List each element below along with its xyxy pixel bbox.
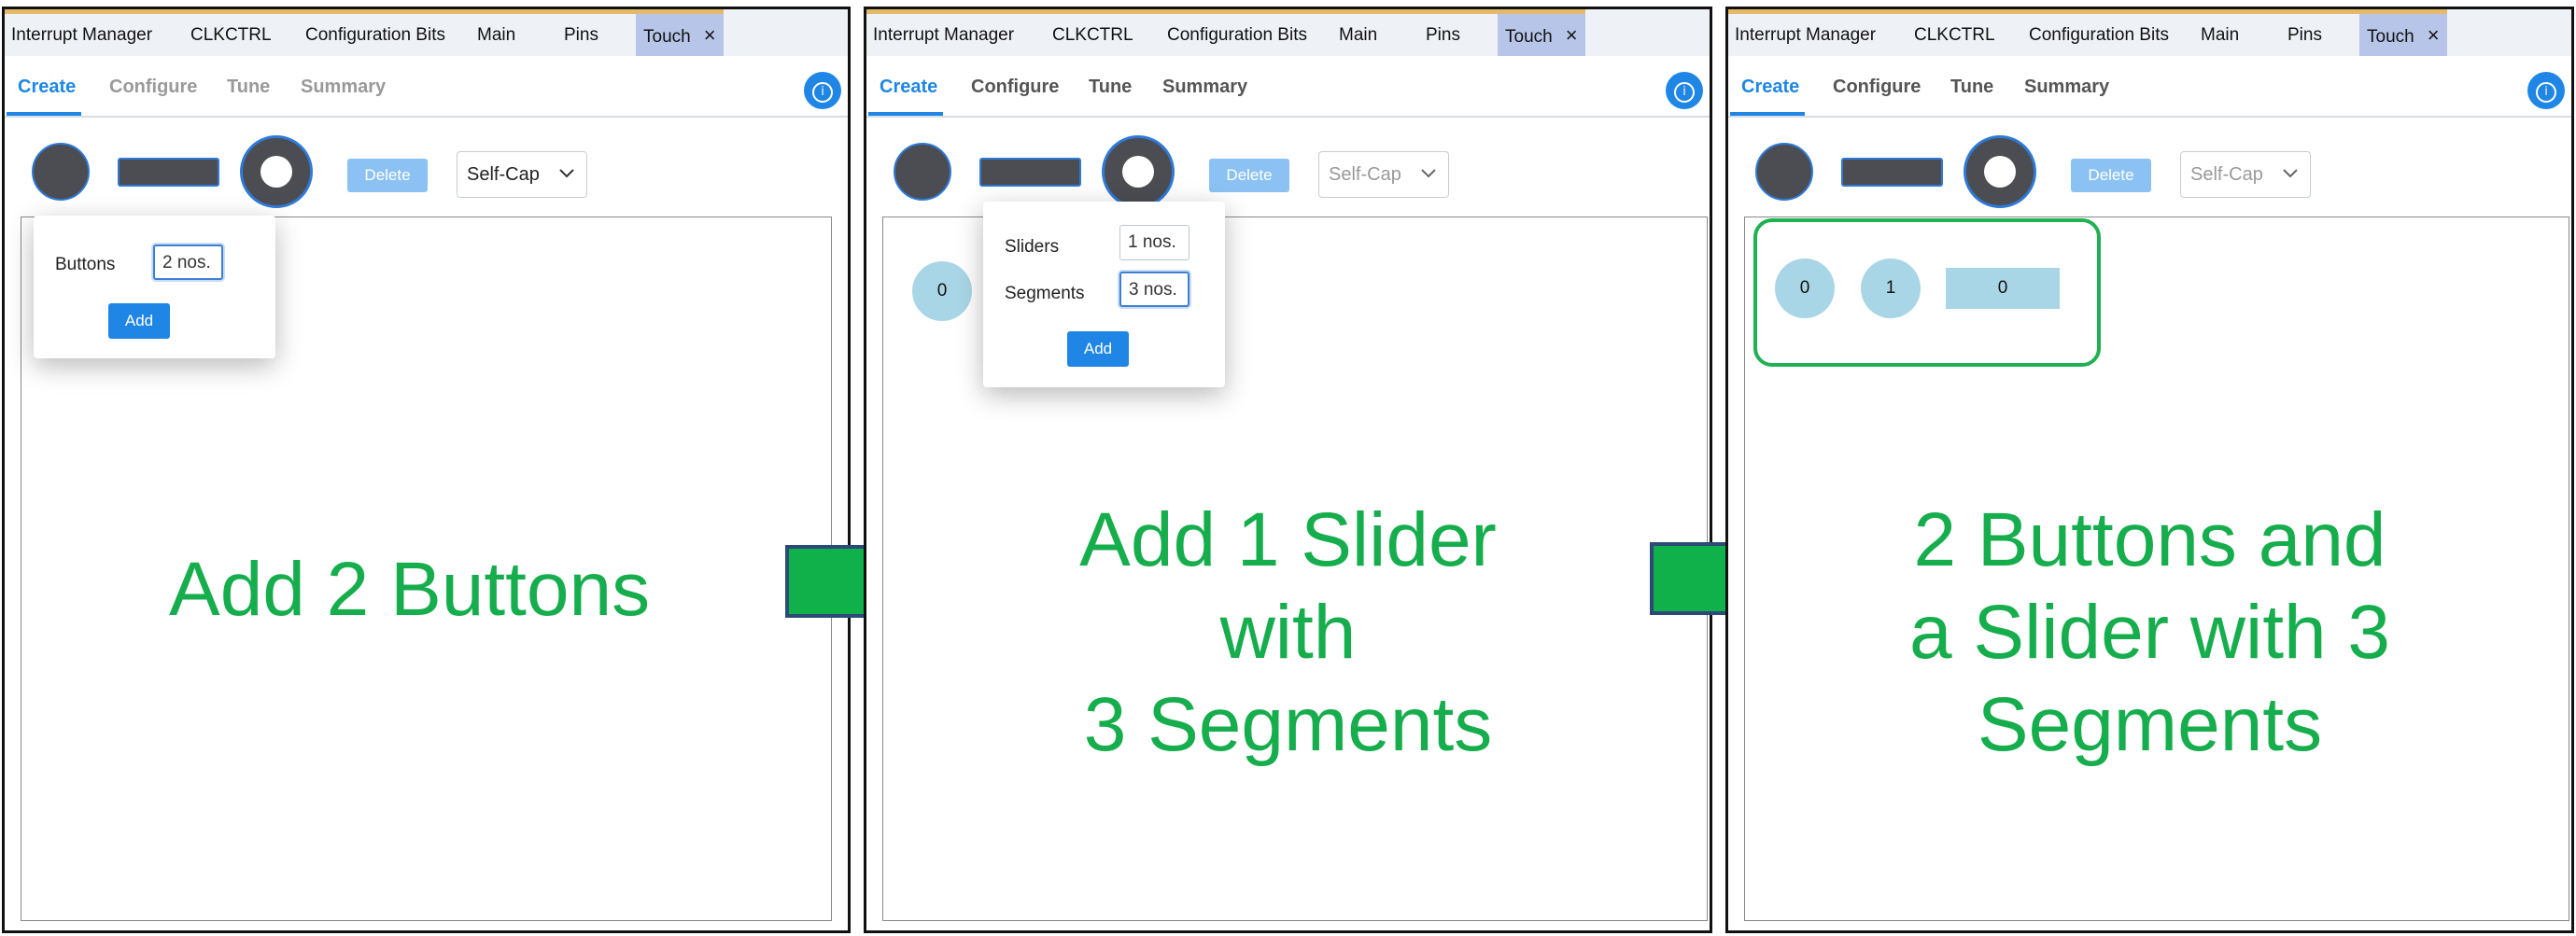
add-wheel-tool[interactable] bbox=[1102, 135, 1175, 208]
sub-navigation: Create Configure Tune Summary i bbox=[5, 56, 848, 118]
tab-interrupt-manager[interactable]: Interrupt Manager bbox=[873, 14, 1014, 56]
caption-line: a Slider with 3 bbox=[1908, 590, 2391, 675]
sensing-mode-select[interactable]: Self-Cap bbox=[457, 151, 587, 198]
sensing-mode-value: Self-Cap bbox=[2190, 164, 2263, 185]
add-buttons-popup: Buttons 2 nos. Add bbox=[34, 216, 275, 358]
tab-configuration-bits[interactable]: Configuration Bits bbox=[1167, 14, 1307, 56]
tab-touch-label: Touch bbox=[643, 27, 691, 47]
chevron-down-icon bbox=[2283, 169, 2298, 178]
add-slider-popup: Sliders 1 nos. Segments 3 nos. Add bbox=[983, 202, 1225, 387]
subtab-summary[interactable]: Summary bbox=[301, 77, 386, 98]
sensing-mode-value: Self-Cap bbox=[467, 164, 540, 185]
add-button-tool[interactable] bbox=[1755, 143, 1813, 201]
buttons-label: Buttons bbox=[55, 255, 116, 274]
step-caption: Add 2 Buttons bbox=[169, 547, 651, 632]
tab-configuration-bits[interactable]: Configuration Bits bbox=[2029, 14, 2169, 56]
touch-button-sensor[interactable]: 0 bbox=[912, 261, 972, 321]
delete-button[interactable]: Delete bbox=[2071, 159, 2151, 192]
caption-line: Add 1 Slider bbox=[1079, 497, 1497, 582]
delete-button[interactable]: Delete bbox=[1209, 159, 1289, 192]
tab-touch-label: Touch bbox=[1505, 27, 1553, 47]
touch-button-sensor[interactable]: 0 bbox=[1775, 258, 1835, 318]
tab-pins[interactable]: Pins bbox=[564, 14, 598, 56]
segments-count-input[interactable]: 3 nos. bbox=[1119, 272, 1189, 307]
active-tab-underline bbox=[7, 112, 81, 116]
add-slider-tool[interactable] bbox=[1841, 158, 1943, 187]
tab-main[interactable]: Main bbox=[2201, 14, 2239, 56]
caption-line: 3 Segments bbox=[1083, 682, 1493, 767]
subtab-configure[interactable]: Configure bbox=[971, 77, 1059, 98]
editor-tab-bar: Interrupt Manager CLKCTRL Configuration … bbox=[866, 9, 1710, 57]
tab-clkctrl[interactable]: CLKCTRL bbox=[1052, 14, 1133, 56]
add-button[interactable]: Add bbox=[1067, 331, 1129, 367]
tab-touch-label: Touch bbox=[2367, 27, 2414, 47]
touch-slider-sensor[interactable]: 0 bbox=[1946, 268, 2060, 309]
editor-tab-bar: Interrupt Manager CLKCTRL Configuration … bbox=[5, 9, 848, 57]
add-button-tool[interactable] bbox=[32, 143, 90, 201]
sensing-mode-select[interactable]: Self-Cap bbox=[2180, 151, 2311, 198]
active-tab-underline bbox=[1730, 112, 1805, 116]
sub-navigation: Create Configure Tune Summary i bbox=[1728, 56, 2571, 118]
tab-interrupt-manager[interactable]: Interrupt Manager bbox=[11, 14, 152, 56]
active-tab-underline bbox=[868, 112, 943, 116]
segments-label: Segments bbox=[1005, 284, 1085, 303]
tab-pins[interactable]: Pins bbox=[2287, 14, 2322, 56]
buttons-count-input[interactable]: 2 nos. bbox=[153, 244, 223, 280]
add-button-tool[interactable] bbox=[894, 143, 951, 201]
info-icon[interactable]: i bbox=[804, 72, 841, 109]
sliders-count-input[interactable]: 1 nos. bbox=[1119, 225, 1189, 260]
add-button[interactable]: Add bbox=[108, 303, 170, 339]
delete-button[interactable]: Delete bbox=[347, 159, 428, 192]
tab-configuration-bits[interactable]: Configuration Bits bbox=[305, 14, 445, 56]
subtab-tune[interactable]: Tune bbox=[227, 77, 270, 98]
subtab-tune[interactable]: Tune bbox=[1089, 77, 1132, 98]
info-icon[interactable]: i bbox=[1666, 72, 1703, 109]
touch-button-sensor[interactable]: 1 bbox=[1861, 258, 1921, 318]
caption-line: 2 Buttons and bbox=[1913, 497, 2386, 582]
subtab-configure[interactable]: Configure bbox=[109, 77, 197, 98]
tab-touch[interactable]: Touch × bbox=[636, 14, 724, 56]
subtab-create[interactable]: Create bbox=[1741, 77, 1799, 98]
subtab-create[interactable]: Create bbox=[18, 77, 76, 98]
tab-touch[interactable]: Touch × bbox=[1498, 14, 1585, 56]
close-icon[interactable]: × bbox=[704, 23, 716, 47]
caption-line: Segments bbox=[1977, 682, 2323, 767]
chevron-down-icon bbox=[559, 169, 574, 178]
sub-navigation: Create Configure Tune Summary i bbox=[866, 56, 1710, 118]
subtab-summary[interactable]: Summary bbox=[1162, 77, 1247, 98]
add-wheel-tool[interactable] bbox=[1964, 135, 2036, 208]
tab-clkctrl[interactable]: CLKCTRL bbox=[190, 14, 272, 56]
close-icon[interactable]: × bbox=[1566, 23, 1578, 47]
tab-clkctrl[interactable]: CLKCTRL bbox=[1914, 14, 1995, 56]
editor-tab-bar: Interrupt Manager CLKCTRL Configuration … bbox=[1728, 9, 2571, 57]
subtab-create[interactable]: Create bbox=[880, 77, 937, 98]
close-icon[interactable]: × bbox=[2428, 23, 2440, 47]
tab-main[interactable]: Main bbox=[477, 14, 515, 56]
tab-main[interactable]: Main bbox=[1339, 14, 1377, 56]
step-2-panel: Interrupt Manager CLKCTRL Configuration … bbox=[864, 7, 1712, 933]
subtab-configure[interactable]: Configure bbox=[1833, 77, 1921, 98]
sensing-mode-select[interactable]: Self-Cap bbox=[1318, 151, 1449, 198]
step-3-panel: Interrupt Manager CLKCTRL Configuration … bbox=[1725, 7, 2574, 933]
subtab-tune[interactable]: Tune bbox=[1950, 77, 1993, 98]
step-caption: 2 Buttons and a Slider with 3 Segments bbox=[1728, 494, 2571, 771]
tab-touch[interactable]: Touch × bbox=[2359, 14, 2447, 56]
add-slider-tool[interactable] bbox=[979, 158, 1081, 187]
info-icon[interactable]: i bbox=[2527, 72, 2565, 109]
chevron-down-icon bbox=[1421, 169, 1436, 178]
subtab-summary[interactable]: Summary bbox=[2024, 77, 2109, 98]
sliders-label: Sliders bbox=[1005, 237, 1060, 257]
tab-interrupt-manager[interactable]: Interrupt Manager bbox=[1735, 14, 1876, 56]
add-wheel-tool[interactable] bbox=[240, 135, 313, 208]
add-slider-tool[interactable] bbox=[118, 158, 219, 187]
caption-line: with bbox=[1219, 590, 1357, 675]
step-caption: Add 1 Slider with 3 Segments bbox=[866, 494, 1710, 771]
tab-pins[interactable]: Pins bbox=[1426, 14, 1460, 56]
step-1-panel: Interrupt Manager CLKCTRL Configuration … bbox=[2, 7, 851, 933]
sensing-mode-value: Self-Cap bbox=[1329, 164, 1401, 185]
